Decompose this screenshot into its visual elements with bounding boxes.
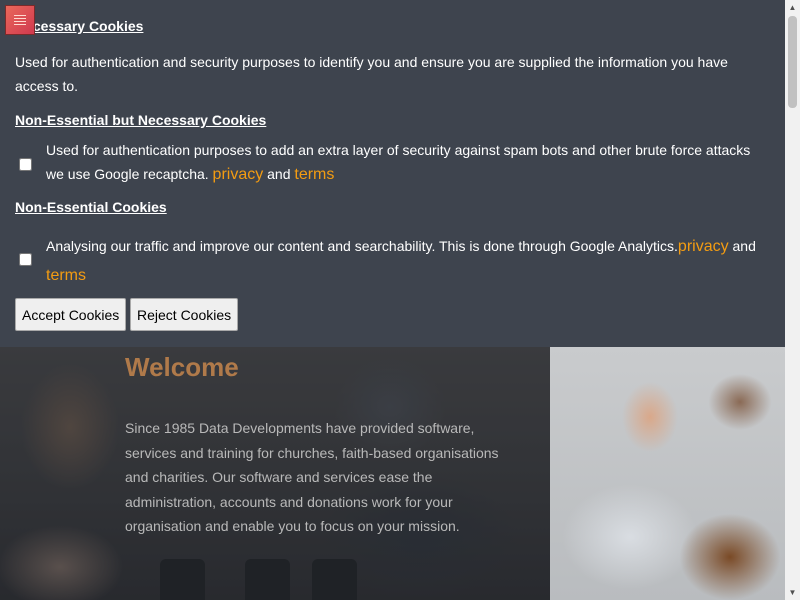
analytics-terms-link[interactable]: terms xyxy=(46,267,86,284)
menu-toggle-button[interactable] xyxy=(5,5,35,35)
analytics-cookies-description: Analysing our traffic and improve our co… xyxy=(46,232,771,290)
scroll-up-arrow-icon[interactable]: ▲ xyxy=(785,0,800,15)
scrollbar-thumb[interactable] xyxy=(788,16,797,108)
necessary-cookies-description: Used for authentication and security pur… xyxy=(15,54,728,94)
non-essential-cookies-heading: Non-Essential Cookies xyxy=(15,199,167,215)
coffee-cup-image xyxy=(245,559,290,600)
recaptcha-cookies-checkbox[interactable] xyxy=(19,158,32,171)
coffee-cup-image xyxy=(160,559,205,600)
accept-cookies-button[interactable]: Accept Cookies xyxy=(15,298,127,331)
recaptcha-privacy-link[interactable]: privacy xyxy=(213,166,264,183)
recaptcha-cookies-description: Used for authentication purposes to add … xyxy=(46,138,766,187)
cookie-consent-panel: Necessary Cookies Used for authenticatio… xyxy=(0,0,785,347)
scroll-down-arrow-icon[interactable]: ▼ xyxy=(785,585,800,600)
hero-title: Welcome xyxy=(125,352,239,382)
recaptcha-terms-link[interactable]: terms xyxy=(294,166,334,183)
analytics-cookies-checkbox[interactable] xyxy=(19,253,32,266)
recaptcha-and-text: and xyxy=(267,166,291,182)
hero-description: Since 1985 Data Developments have provid… xyxy=(125,420,499,535)
analytics-and-text: and xyxy=(732,238,756,254)
recaptcha-cookies-text: Used for authentication purposes to add … xyxy=(46,142,751,182)
coffee-cup-image xyxy=(312,559,357,600)
analytics-privacy-link[interactable]: privacy xyxy=(678,238,729,255)
page-scrollbar[interactable]: ▲ ▼ xyxy=(785,0,800,600)
reject-cookies-button[interactable]: Reject Cookies xyxy=(130,298,239,331)
non-essential-necessary-cookies-heading: Non-Essential but Necessary Cookies xyxy=(15,112,267,128)
hero-photo-attendees xyxy=(550,347,785,600)
hero-section: Welcome Since 1985 Data Developments hav… xyxy=(0,347,785,600)
analytics-cookies-text: Analysing our traffic and improve our co… xyxy=(46,238,678,254)
hamburger-menu-icon xyxy=(14,15,26,25)
